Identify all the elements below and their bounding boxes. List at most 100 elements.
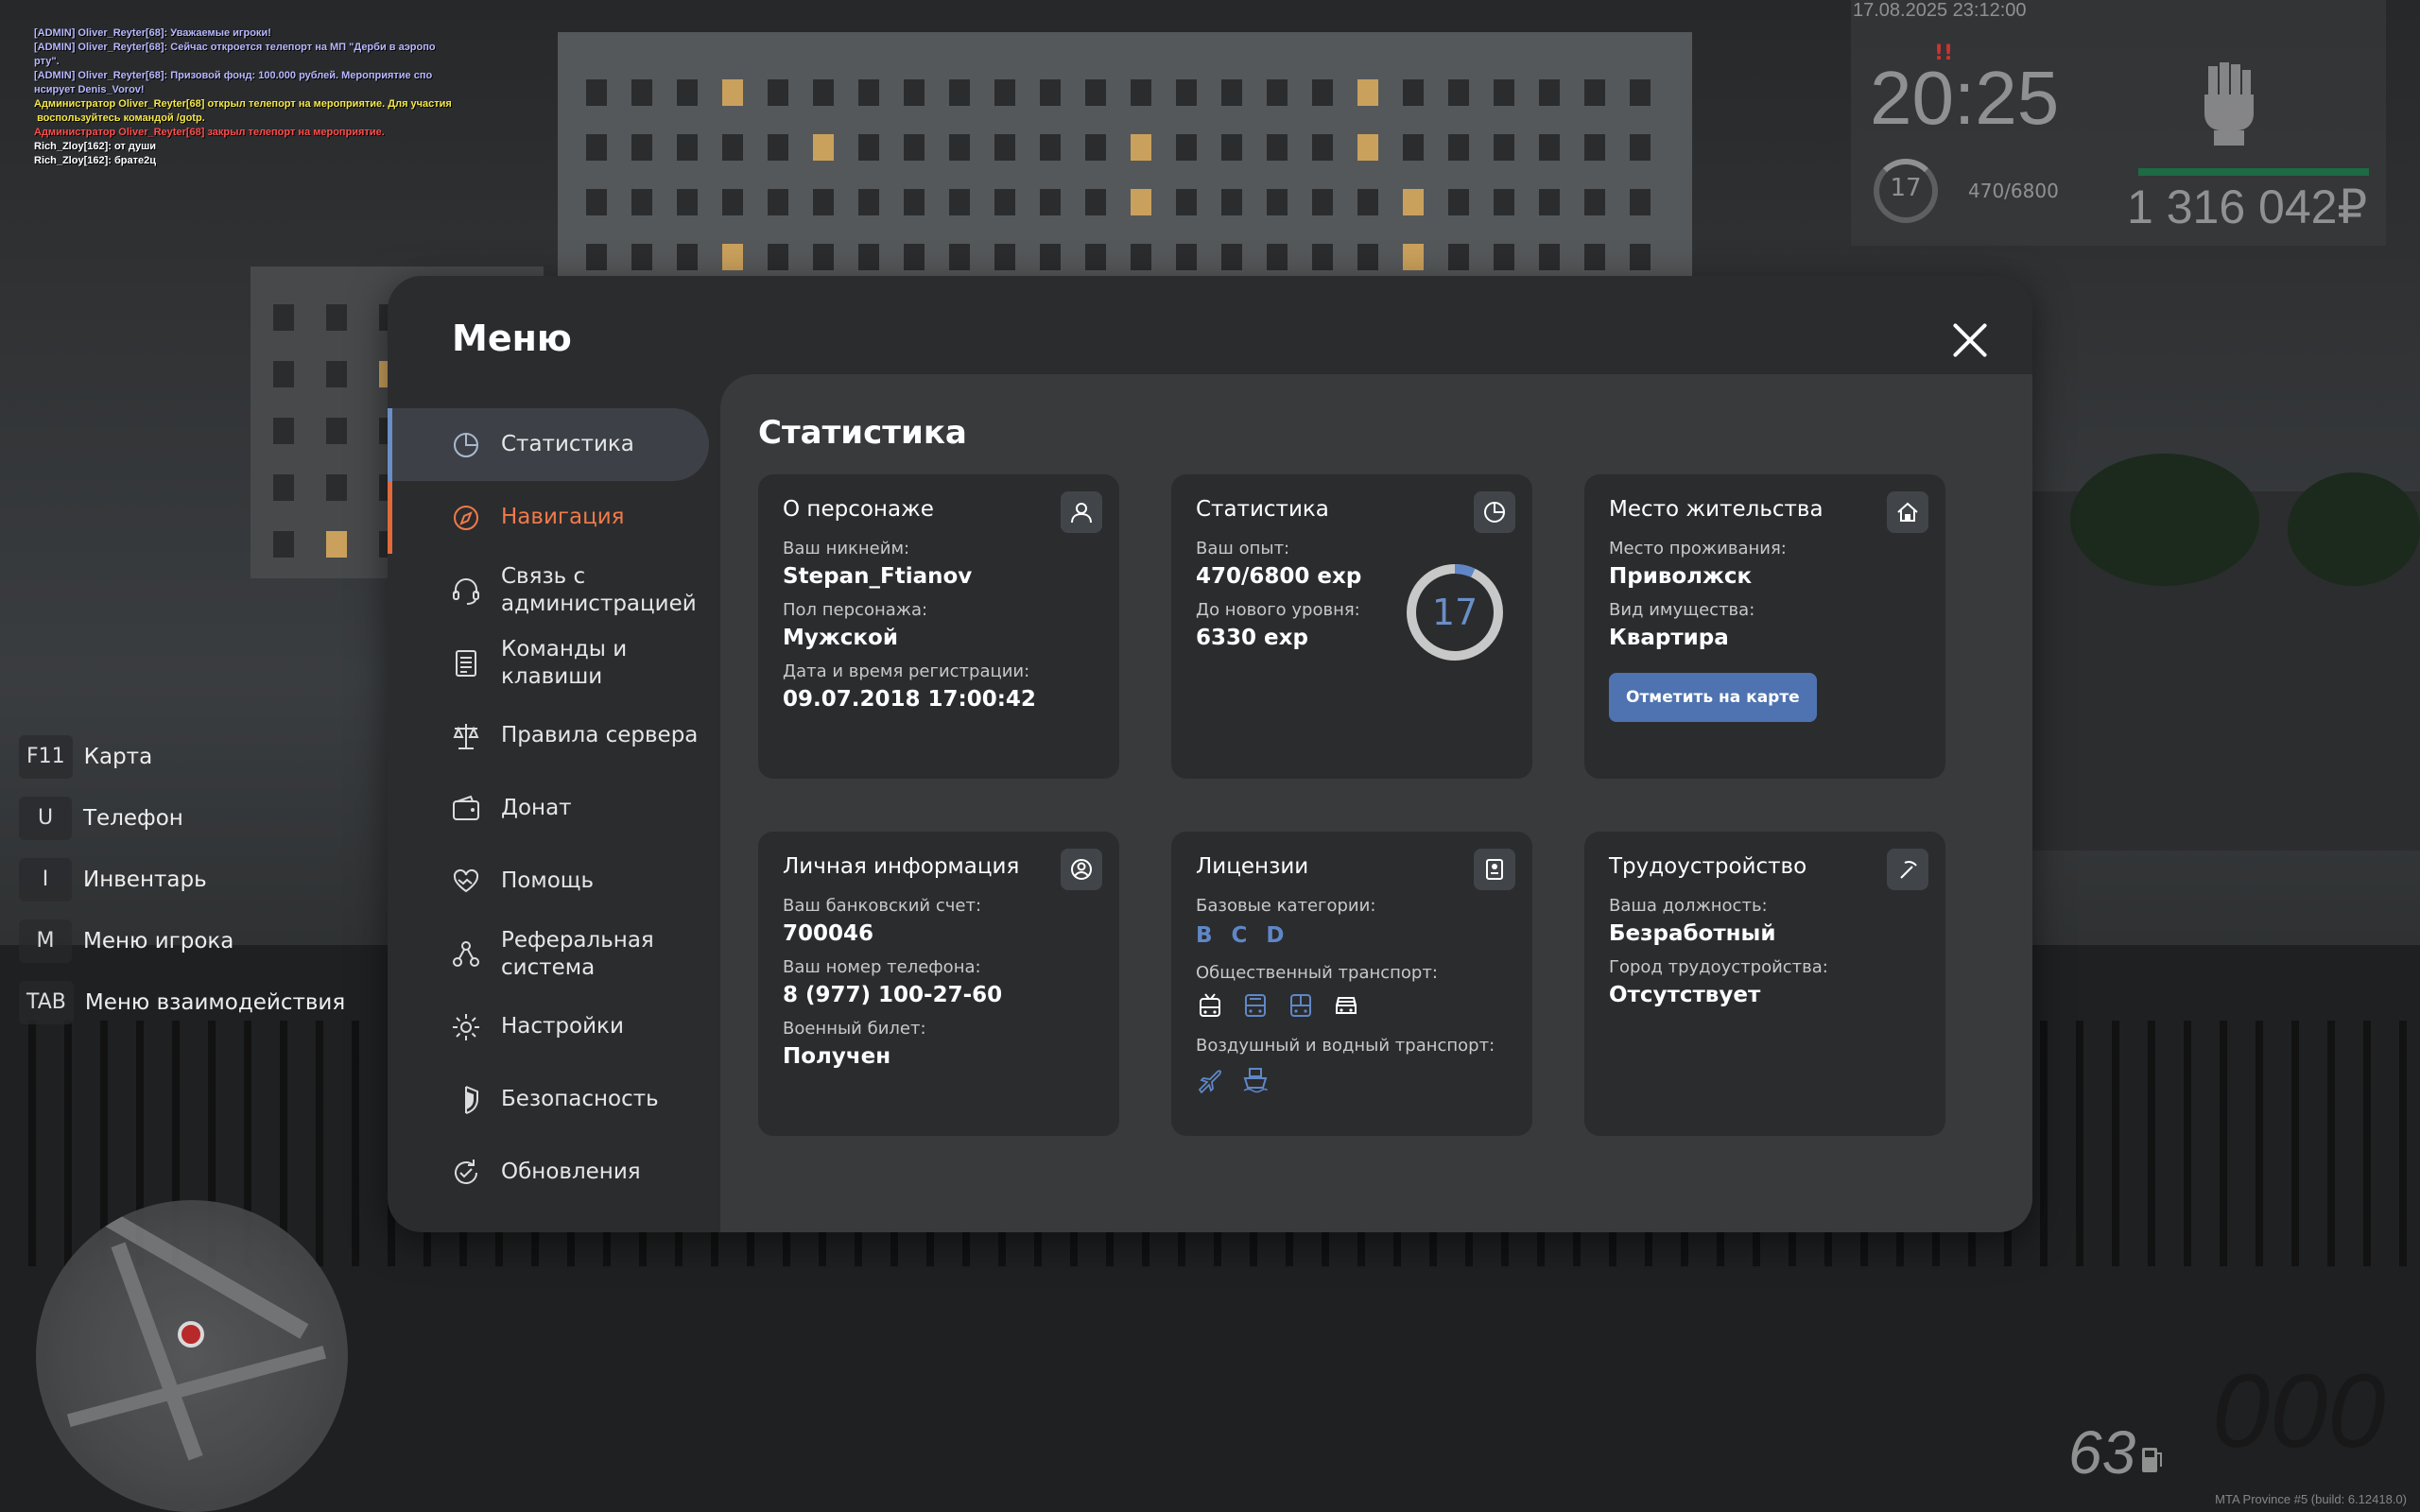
hotkey-item: TAB Меню взаимодействия	[19, 971, 345, 1033]
heart-hands-icon	[453, 868, 479, 892]
sidebar-item-label: Помощь	[501, 868, 595, 893]
user-circle-icon	[1061, 849, 1102, 890]
taxi-icon	[1336, 997, 1357, 1014]
sidebar-item-label: Обновления	[501, 1160, 641, 1184]
hotkey-list: F11 Карта U Телефон I Инвентарь M Меню игрока TA…	[19, 726, 345, 1033]
residence-card: Место жительства Место проживания: Приво…	[1584, 474, 1945, 779]
field-label: Воздушный и водный транспорт:	[1196, 1036, 1495, 1056]
build-info: MTA Province #5 (build: 6.12418.0)	[2215, 1492, 2407, 1506]
card-title: О персонаже	[783, 497, 934, 522]
sidebar-item[interactable]: Правила сервера	[388, 699, 720, 772]
referral-icon	[453, 940, 479, 967]
field-label: Пол персонажа:	[783, 600, 928, 620]
field-label: Ваша должность:	[1609, 896, 1768, 916]
scales-icon	[453, 723, 479, 749]
gender-value: Мужской	[783, 626, 898, 650]
tram-icon	[1290, 994, 1311, 1017]
chat-message: [ADMIN] Oliver_Reyter[68]: Призовой фонд…	[34, 70, 433, 95]
hud-level: 17	[1890, 174, 1922, 202]
chat-message: Администратор Oliver_Reyter[68] закрыл т…	[34, 127, 385, 138]
sidebar-item[interactable]: Помощь	[388, 845, 720, 918]
field-label: Ваш номер телефона:	[783, 957, 981, 977]
document-list-icon	[456, 649, 476, 677]
hud-clock: 20:25	[1870, 56, 2060, 140]
sidebar-item-label: Статистика	[501, 432, 634, 456]
hotkey-label: Меню игрока	[83, 928, 234, 954]
tree	[2070, 454, 2259, 586]
fuel-icon	[2142, 1448, 2162, 1472]
sidebar-item[interactable]: Настройки	[388, 990, 720, 1063]
field-label: Ваш никнейм:	[783, 539, 910, 558]
boat-icon	[1243, 1068, 1268, 1093]
field-label: Дата и время регистрации:	[783, 662, 1030, 681]
registration-value: 09.07.2018 17:00:42	[783, 687, 1036, 712]
sidebar-item[interactable]: Безопасность	[388, 1063, 720, 1136]
license-categories: B C D	[1196, 923, 1290, 948]
sidebar-item[interactable]: Донат	[388, 772, 720, 845]
chat-message: Rich_Zloy[162]: от души	[34, 141, 157, 152]
field-label: Место проживания:	[1609, 539, 1787, 558]
id-card-icon	[1474, 849, 1515, 890]
chat-message: Rich_Zloy[162]: брате2ц	[34, 155, 156, 166]
hotkey-key: F11	[19, 734, 73, 779]
hotkey-item: I Инвентарь	[19, 849, 345, 910]
bus-icon	[1245, 994, 1266, 1017]
sidebar-item-label: Донат	[501, 796, 572, 820]
hotkey-key: U	[19, 796, 72, 840]
field-label: Базовые категории:	[1196, 896, 1376, 916]
hotkey-label: Меню взаимодействия	[84, 989, 346, 1015]
close-button[interactable]	[1949, 319, 1991, 361]
minimap[interactable]	[36, 1200, 348, 1512]
field-label: Вид имущества:	[1609, 600, 1755, 620]
sidebar-item[interactable]: Обновления	[388, 1136, 720, 1209]
property-value: Квартира	[1609, 626, 1729, 650]
chat-message: Администратор Oliver_Reyter[68] открыл т…	[34, 98, 452, 124]
sidebar-item-label: Реферальная система	[501, 927, 654, 980]
sidebar-item[interactable]: Связь с администрацией	[388, 554, 720, 627]
mark-on-map-button[interactable]: Отметить на карте	[1609, 673, 1817, 722]
field-label: Общественный транспорт:	[1196, 963, 1438, 983]
sidebar-item-label: Безопасность	[501, 1087, 659, 1111]
personal-info-card: Личная информация Ваш банковский счет: 7…	[758, 832, 1119, 1136]
compass-icon	[454, 505, 478, 530]
sidebar-item[interactable]: Команды и клавиши	[388, 627, 720, 699]
card-title: Личная информация	[783, 854, 1020, 879]
headset-icon	[453, 577, 479, 605]
trolleybus-icon	[1200, 993, 1220, 1017]
field-label: Ваш опыт:	[1196, 539, 1290, 558]
sidebar-item[interactable]: Реферальная система	[388, 918, 720, 990]
hotkey-key: I	[19, 857, 72, 902]
sidebar-item-label: Правила сервера	[501, 723, 699, 747]
position-value: Безработный	[1609, 921, 1776, 946]
player-marker-icon	[178, 1321, 204, 1348]
chat-log: [ADMIN] Oliver_Reyter[68]: Уважаемые игр…	[34, 26, 488, 168]
residence-value: Приволжск	[1609, 564, 1753, 589]
shield-icon	[465, 1085, 478, 1114]
panel-title: Статистика	[758, 414, 967, 452]
field-label: Ваш банковский счет:	[783, 896, 982, 916]
sidebar-item-label: Настройки	[501, 1014, 624, 1039]
public-transport-icons	[1196, 992, 1508, 1021]
chat-message: [ADMIN] Oliver_Reyter[68]: Сейчас открое…	[34, 42, 436, 67]
sidebar-item-label: Навигация	[501, 505, 625, 529]
licenses-card: Лицензии Базовые категории: B C D Общест…	[1171, 832, 1532, 1136]
plane-icon	[1198, 1070, 1221, 1093]
hotkey-key: M	[19, 919, 72, 963]
wallet-icon	[453, 795, 479, 820]
speedometer-digits: 000	[2212, 1353, 2386, 1469]
sidebar-item[interactable]: Навигация	[388, 481, 720, 554]
pie-chart-icon	[454, 432, 478, 457]
phone-value: 8 (977) 100-27-60	[783, 983, 1003, 1007]
speedometer-value: 63	[2068, 1418, 2136, 1486]
employment-card: Трудоустройство Ваша должность: Безработ…	[1584, 832, 1945, 1136]
hotkey-item: U Телефон	[19, 787, 345, 849]
card-title: Лицензии	[1196, 854, 1309, 879]
bank-account-value: 700046	[783, 921, 874, 946]
sidebar-item[interactable]: Статистика	[388, 408, 709, 481]
air-water-transport-icons	[1196, 1065, 1508, 1093]
field-label: Военный билет:	[783, 1019, 926, 1039]
menu-title: Меню	[452, 318, 572, 359]
card-title: Место жительства	[1609, 497, 1824, 522]
job-city-value: Отсутствует	[1609, 983, 1761, 1007]
field-label: Город трудоустройства:	[1609, 957, 1828, 977]
